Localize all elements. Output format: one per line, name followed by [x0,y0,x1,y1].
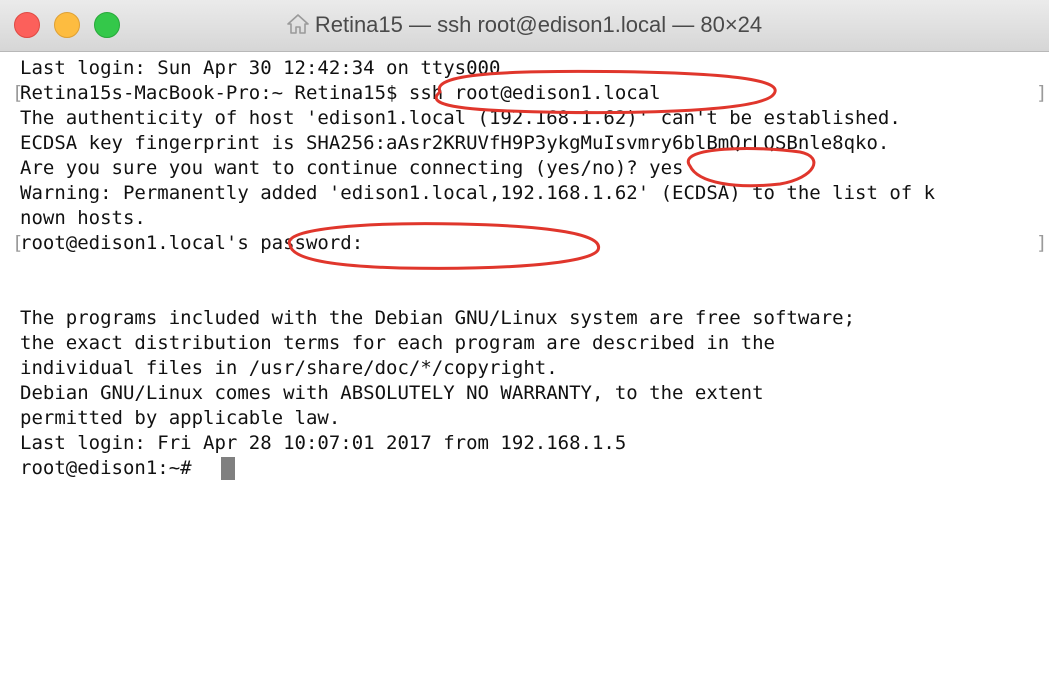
terminal-line: Are you sure you want to continue connec… [20,157,684,179]
prompt-line: root@edison1:~# [20,457,204,479]
title-bar[interactable]: Retina15 — ssh root@edison1.local — 80×2… [0,0,1049,52]
terminal-line: the exact distribution terms for each pr… [20,332,775,354]
mark-bracket-left: [ [12,232,24,254]
window-title: Retina15 — ssh root@edison1.local — 80×2… [314,12,763,37]
terminal-line: Debian GNU/Linux comes with ABSOLUTELY N… [20,382,764,404]
terminal-line: individual files in /usr/share/doc/*/cop… [20,357,558,379]
mark-bracket-right: ] [1036,82,1048,104]
terminal-output[interactable]: Last login: Sun Apr 30 12:42:34 on ttys0… [0,52,1049,673]
text-cursor [221,457,235,480]
terminal-line: Warning: Permanently added 'edison1.loca… [20,182,936,204]
terminal-window: Retina15 — ssh root@edison1.local — 80×2… [0,0,1049,673]
terminal-line: Last login: Fri Apr 28 10:07:01 2017 fro… [20,432,627,454]
home-icon [287,14,309,34]
terminal-line: root@edison1.local's password: [20,232,364,254]
window-title-container: Retina15 — ssh root@edison1.local — 80×2… [0,12,1049,38]
terminal-line: nown hosts. [20,207,146,229]
terminal-line: Retina15s-MacBook-Pro:~ Retina15$ ssh ro… [20,82,661,104]
terminal-line: ECDSA key fingerprint is SHA256:aAsr2KRU… [20,132,890,154]
terminal-line: The authenticity of host 'edison1.local … [20,107,901,129]
mark-bracket-left: [ [12,82,24,104]
terminal-line: Last login: Sun Apr 30 12:42:34 on ttys0… [20,57,501,79]
terminal-line: permitted by applicable law. [20,407,341,429]
mark-bracket-right: ] [1036,232,1048,254]
terminal-line: The programs included with the Debian GN… [20,307,856,329]
